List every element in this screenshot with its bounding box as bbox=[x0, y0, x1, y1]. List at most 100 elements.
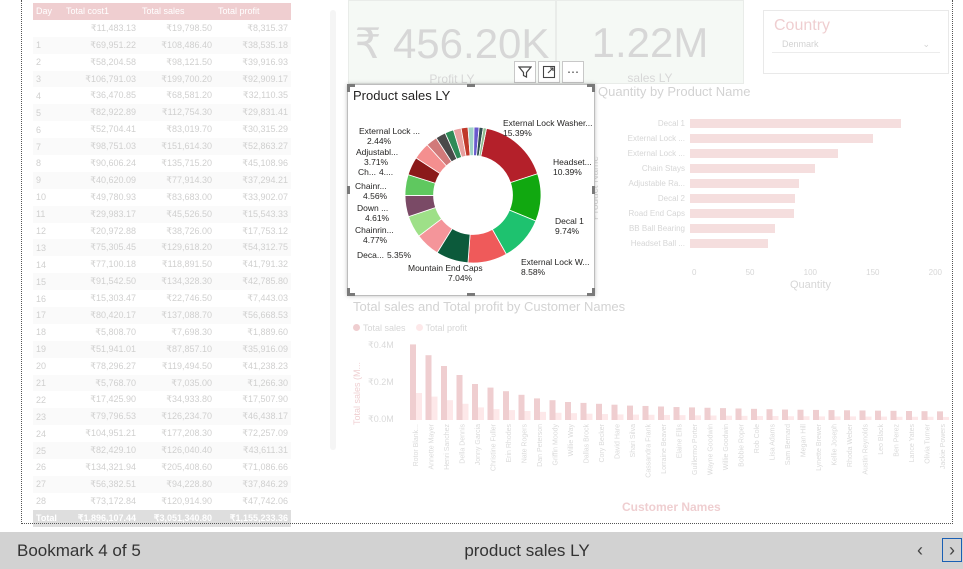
profit-column[interactable] bbox=[819, 416, 825, 420]
profit-column[interactable] bbox=[943, 416, 949, 420]
focus-mode-icon[interactable] bbox=[538, 61, 560, 83]
table-row[interactable]: 20 ₹78,296.27 ₹119,494.50 ₹41,238.23 bbox=[33, 358, 291, 375]
sales-column[interactable] bbox=[720, 408, 726, 420]
profit-column[interactable] bbox=[540, 411, 546, 420]
profit-column[interactable] bbox=[416, 393, 422, 420]
sales-column[interactable] bbox=[813, 409, 819, 420]
sales-column[interactable] bbox=[689, 407, 695, 420]
profit-column[interactable] bbox=[617, 414, 624, 420]
profit-column[interactable] bbox=[679, 415, 686, 420]
profit-column[interactable] bbox=[788, 416, 794, 420]
kpi-card-sales[interactable]: 1.22M sales LY bbox=[556, 0, 744, 85]
next-bookmark-button[interactable]: › bbox=[942, 538, 962, 562]
profit-column[interactable] bbox=[865, 416, 872, 420]
sales-column[interactable] bbox=[565, 402, 571, 420]
sales-column[interactable] bbox=[642, 405, 649, 420]
profit-column[interactable] bbox=[447, 400, 453, 420]
table-row[interactable]: 13 ₹75,305.45 ₹129,618.20 ₹54,312.75 bbox=[33, 239, 291, 257]
sales-column[interactable] bbox=[580, 402, 587, 420]
profit-column[interactable] bbox=[834, 416, 841, 420]
country-slicer[interactable]: Country Denmark ⌄ bbox=[763, 10, 949, 74]
profit-column[interactable] bbox=[695, 415, 701, 420]
table-row[interactable]: 21 ₹5,768.70 ₹7,035.00 ₹1,266.30 bbox=[33, 374, 291, 392]
profit-column[interactable] bbox=[912, 416, 918, 420]
profit-column[interactable] bbox=[664, 414, 670, 420]
sales-column[interactable] bbox=[627, 405, 633, 420]
table-row[interactable]: 10 ₹49,780.93 ₹83,683.00 ₹33,902.07 bbox=[33, 189, 291, 206]
sales-column[interactable] bbox=[751, 408, 757, 420]
quantity-bar[interactable] bbox=[690, 148, 839, 158]
profit-column[interactable] bbox=[524, 411, 531, 420]
profit-column[interactable] bbox=[741, 415, 748, 420]
sales-column[interactable] bbox=[859, 410, 866, 420]
profit-column[interactable] bbox=[803, 416, 810, 420]
profit-column[interactable] bbox=[602, 414, 608, 420]
quantity-bar[interactable] bbox=[690, 118, 901, 128]
profit-column[interactable] bbox=[881, 416, 887, 420]
quantity-bar[interactable] bbox=[690, 133, 873, 143]
sales-column[interactable] bbox=[875, 410, 881, 420]
quantity-bar-row[interactable]: Headset Ball ... bbox=[600, 238, 769, 248]
table-row[interactable]: 25 ₹82,429.10 ₹126,040.40 ₹43,611.31 bbox=[33, 442, 291, 460]
table-row[interactable]: 28 ₹73,172.84 ₹120,914.90 ₹47,742.06 bbox=[33, 493, 291, 510]
quantity-bar-row[interactable]: Decal 2 bbox=[600, 193, 796, 203]
table-row[interactable]: 4 ₹36,470.85 ₹68,581.20 ₹32,110.35 bbox=[33, 87, 291, 104]
resize-handle[interactable] bbox=[347, 84, 350, 92]
table-row[interactable]: 5 ₹82,922.89 ₹112,754.30 ₹29,831.41 bbox=[33, 104, 291, 122]
sales-column[interactable] bbox=[828, 410, 835, 420]
table-row[interactable]: 3 ₹106,791.03 ₹199,700.20 ₹92,909.17 bbox=[33, 70, 291, 88]
profit-column[interactable] bbox=[850, 416, 856, 420]
sales-column[interactable] bbox=[503, 391, 509, 420]
sales-column[interactable] bbox=[766, 409, 773, 420]
quantity-bar-row[interactable]: Adjustable Ra... bbox=[600, 178, 800, 188]
sales-column[interactable] bbox=[658, 406, 664, 421]
product-sales-donut-visual[interactable]: Product sales LY External Lock Washer...… bbox=[347, 84, 595, 296]
quantity-bar-row[interactable]: BB Ball Bearing bbox=[600, 223, 775, 233]
profit-column[interactable] bbox=[462, 403, 469, 420]
table-header-row[interactable]: Day Total cost1 Total sales Total profit bbox=[33, 3, 291, 20]
quantity-bar[interactable] bbox=[690, 208, 795, 218]
sales-column[interactable] bbox=[456, 375, 463, 420]
sales-column[interactable] bbox=[549, 400, 556, 420]
profit-column[interactable] bbox=[586, 413, 593, 420]
resize-handle[interactable] bbox=[592, 288, 595, 296]
sales-column[interactable] bbox=[844, 410, 850, 420]
sales-column[interactable] bbox=[782, 409, 788, 420]
resize-handle[interactable] bbox=[347, 288, 350, 296]
resize-handle[interactable] bbox=[467, 84, 475, 87]
table-row[interactable]: 8 ₹90,606.24 ₹135,715.20 ₹45,108.96 bbox=[33, 155, 291, 172]
profit-column[interactable] bbox=[509, 410, 515, 420]
sales-column[interactable] bbox=[611, 404, 618, 420]
resize-handle[interactable] bbox=[592, 84, 595, 92]
profit-column[interactable] bbox=[896, 416, 903, 420]
quantity-bar-chart[interactable]: Decal 1 External Lock ... External Lock ..… bbox=[600, 118, 940, 268]
resize-handle[interactable] bbox=[592, 186, 595, 194]
table-row[interactable]: 14 ₹77,100.18 ₹118,891.50 ₹41,791.32 bbox=[33, 256, 291, 273]
table-row[interactable]: 12 ₹20,972.88 ₹38,726.00 ₹17,753.12 bbox=[33, 223, 291, 240]
table-row[interactable]: 2 ₹58,204.58 ₹98,121.50 ₹39,916.93 bbox=[33, 54, 291, 71]
quantity-bar-row[interactable]: External Lock ... bbox=[600, 148, 839, 158]
filter-icon[interactable] bbox=[514, 61, 536, 83]
resize-handle[interactable] bbox=[467, 293, 475, 296]
sales-column[interactable] bbox=[596, 403, 602, 420]
quantity-bar[interactable] bbox=[690, 163, 815, 173]
more-options-button[interactable]: ⋯ bbox=[562, 61, 584, 83]
table-row[interactable]: 19 ₹51,941.01 ₹87,857.10 ₹35,916.09 bbox=[33, 340, 291, 358]
table-row[interactable]: 6 ₹52,704.41 ₹83,019.70 ₹30,315.29 bbox=[33, 121, 291, 138]
sales-column[interactable] bbox=[425, 355, 432, 420]
table-row[interactable]: 24 ₹104,951.21 ₹177,208.30 ₹72,257.09 bbox=[33, 425, 291, 442]
sales-column[interactable] bbox=[410, 344, 416, 420]
sales-column[interactable] bbox=[906, 411, 912, 420]
table-row[interactable]: 1 ₹69,951.22 ₹108,486.40 ₹38,535.18 bbox=[33, 36, 291, 54]
profit-column[interactable] bbox=[757, 416, 763, 420]
quantity-bar[interactable] bbox=[690, 238, 769, 248]
table-row[interactable]: 22 ₹17,425.90 ₹34,933.80 ₹17,507.90 bbox=[33, 391, 291, 408]
profit-column[interactable] bbox=[431, 396, 438, 420]
profit-column[interactable] bbox=[571, 413, 577, 420]
sales-column[interactable] bbox=[797, 409, 804, 420]
donut-chart[interactable]: External Lock Washer...15.39%Headset...1… bbox=[348, 85, 596, 297]
profit-column[interactable] bbox=[493, 409, 500, 420]
quantity-bar-row[interactable]: Road End Caps bbox=[600, 208, 795, 218]
sales-column[interactable] bbox=[704, 407, 711, 420]
sales-column[interactable] bbox=[921, 411, 928, 420]
